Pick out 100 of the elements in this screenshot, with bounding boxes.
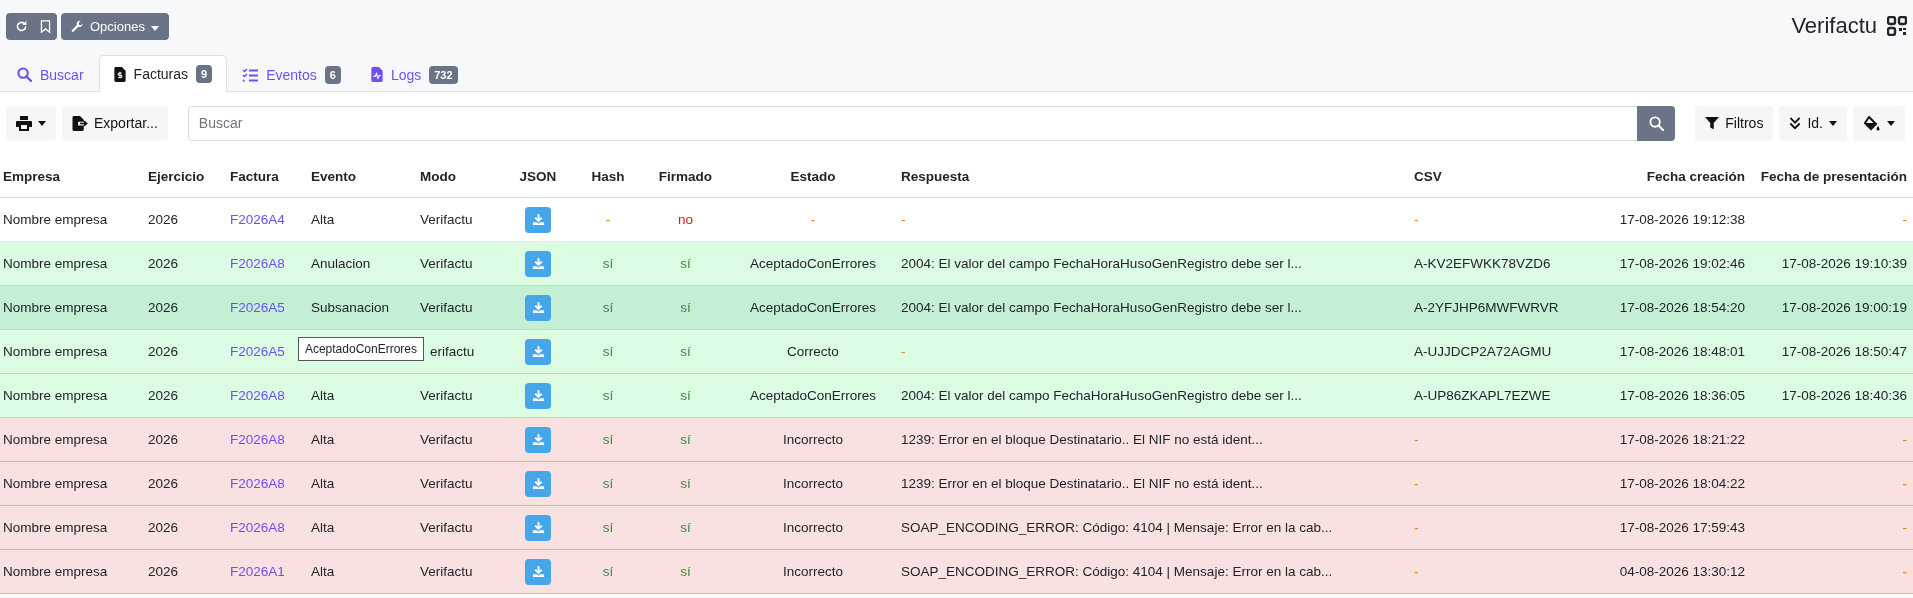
table-cell: 2026 — [145, 461, 227, 506]
download-icon — [531, 257, 545, 270]
paint-bucket-button[interactable] — [1853, 105, 1905, 141]
column-header[interactable]: Evento — [308, 155, 417, 198]
table-cell: A-KV2EFWKK78VZD6 — [1411, 241, 1611, 286]
bookmark-button[interactable] — [34, 12, 57, 40]
table-cell: 17-08-2026 19:10:39 — [1751, 241, 1913, 286]
table-cell: 17-08-2026 18:54:20 — [1611, 285, 1751, 330]
print-button[interactable] — [6, 105, 56, 141]
column-header[interactable]: JSON — [503, 155, 573, 198]
sort-button[interactable]: Id. — [1779, 105, 1847, 141]
search-field[interactable]: Buscar — [187, 105, 1638, 141]
table-cell: sí — [573, 549, 643, 594]
download-button[interactable] — [525, 426, 551, 453]
column-header[interactable]: Factura — [227, 155, 308, 198]
table-cell: 1239: Error en el bloque Destinatario.. El NIF no está ident... — [898, 461, 1411, 506]
table-cell: Verifactu — [417, 241, 503, 286]
table-cell: A-UJJDCP2A72AGMU — [1411, 329, 1611, 374]
download-icon — [531, 301, 545, 314]
table-cell: A-2YFJHP6MWFWRVR — [1411, 285, 1611, 330]
table-cell: Verifactu — [417, 461, 503, 506]
table-cell: Incorrecto — [728, 505, 898, 550]
refresh-button[interactable] — [6, 12, 34, 40]
download-button[interactable] — [525, 514, 551, 541]
column-header[interactable]: Ejercicio — [145, 155, 227, 198]
table-cell: 2026 — [145, 197, 227, 242]
table-cell: Verifactu — [417, 373, 503, 418]
table-cell: 17-08-2026 18:50:47 — [1751, 329, 1913, 374]
table-cell: 2026 — [145, 417, 227, 462]
download-icon — [531, 433, 545, 446]
count-badge: 732 — [429, 65, 458, 84]
table-cell: 04-08-2026 13:30:12 — [1611, 549, 1751, 594]
file-export-icon — [72, 115, 88, 131]
table-cell: - — [1411, 197, 1611, 242]
tab[interactable]: Logs 732 — [355, 56, 473, 92]
table-cell: - — [573, 197, 643, 242]
table-cell: Nombre empresa — [0, 329, 145, 374]
download-button[interactable] — [525, 250, 551, 277]
column-header[interactable]: Modo — [417, 155, 503, 198]
download-icon — [531, 521, 545, 534]
download-button[interactable] — [525, 382, 551, 409]
column-header[interactable]: Respuesta — [898, 155, 1411, 198]
invoice-link[interactable]: F2026A4 — [230, 212, 285, 227]
export-button[interactable]: Exportar... — [62, 105, 168, 141]
table-cell: 2026 — [145, 373, 227, 418]
download-icon — [531, 213, 545, 226]
table-cell: Incorrecto — [728, 549, 898, 594]
table-cell: 2026 — [145, 241, 227, 286]
filters-button[interactable]: Filtros — [1695, 105, 1774, 141]
column-header[interactable]: Estado — [728, 155, 898, 198]
download-button[interactable] — [525, 294, 551, 321]
table-cell: 2004: El valor del campo FechaHoraHusoGenRegistro debe ser l... — [898, 285, 1411, 330]
table-cell: sí — [643, 461, 728, 506]
table-cell: sí — [573, 417, 643, 462]
column-header[interactable]: Fecha de presentación — [1751, 155, 1913, 198]
search-button[interactable] — [1637, 105, 1676, 141]
table-cell: Incorrecto — [728, 461, 898, 506]
column-header[interactable]: Firmado — [643, 155, 728, 198]
column-header[interactable]: CSV — [1411, 155, 1611, 198]
bookmark-icon — [40, 19, 51, 33]
table-cell: - — [1411, 461, 1611, 506]
table-cell: Nombre empresa — [0, 417, 145, 462]
table-cell: Nombre empresa — [0, 373, 145, 418]
filter-icon — [1705, 116, 1720, 130]
table-cell: Nombre empresa — [0, 549, 145, 594]
caret-icon — [1887, 120, 1895, 126]
table-cell: 17-08-2026 18:04:22 — [1611, 461, 1751, 506]
download-button[interactable] — [525, 558, 551, 585]
tab[interactable]: Facturas 9 — [98, 55, 228, 92]
caret-icon — [1829, 120, 1837, 126]
download-button[interactable] — [525, 338, 551, 365]
options-button[interactable]: Opciones — [61, 12, 169, 40]
column-header[interactable]: Empresa — [0, 155, 145, 198]
download-button[interactable] — [525, 206, 551, 233]
table-cell: Subsanacion — [308, 285, 417, 330]
table-cell: - — [1751, 549, 1913, 594]
tab[interactable]: Eventos 6 — [227, 56, 356, 92]
table-cell: sí — [573, 505, 643, 550]
table-cell: 2026 — [145, 505, 227, 550]
table-cell: - — [898, 329, 1411, 374]
table-cell: Alta — [308, 549, 417, 594]
qr-code-icon[interactable] — [1887, 16, 1907, 36]
paint-bucket-icon — [1863, 115, 1881, 131]
table-cell: Nombre empresa — [0, 197, 145, 242]
table-cell: sí — [573, 373, 643, 418]
tab[interactable]: Buscar — [2, 56, 99, 92]
download-button[interactable] — [525, 470, 551, 497]
table-cell: 17-08-2026 19:02:46 — [1611, 241, 1751, 286]
table-cell: Nombre empresa — [0, 241, 145, 286]
table-cell: Verifactu — [417, 417, 503, 462]
column-header[interactable]: Hash — [573, 155, 643, 198]
search-icon — [1648, 115, 1664, 131]
column-header[interactable]: Fecha creación — [1611, 155, 1751, 198]
table-cell: 2026 — [145, 285, 227, 330]
table-cell: 17-08-2026 18:40:36 — [1751, 373, 1913, 418]
search-icon — [17, 67, 32, 82]
table-cell: Alta — [308, 373, 417, 418]
document-icon — [113, 66, 126, 82]
table-cell: Verifactu — [417, 285, 503, 330]
count-badge: 9 — [196, 65, 213, 83]
